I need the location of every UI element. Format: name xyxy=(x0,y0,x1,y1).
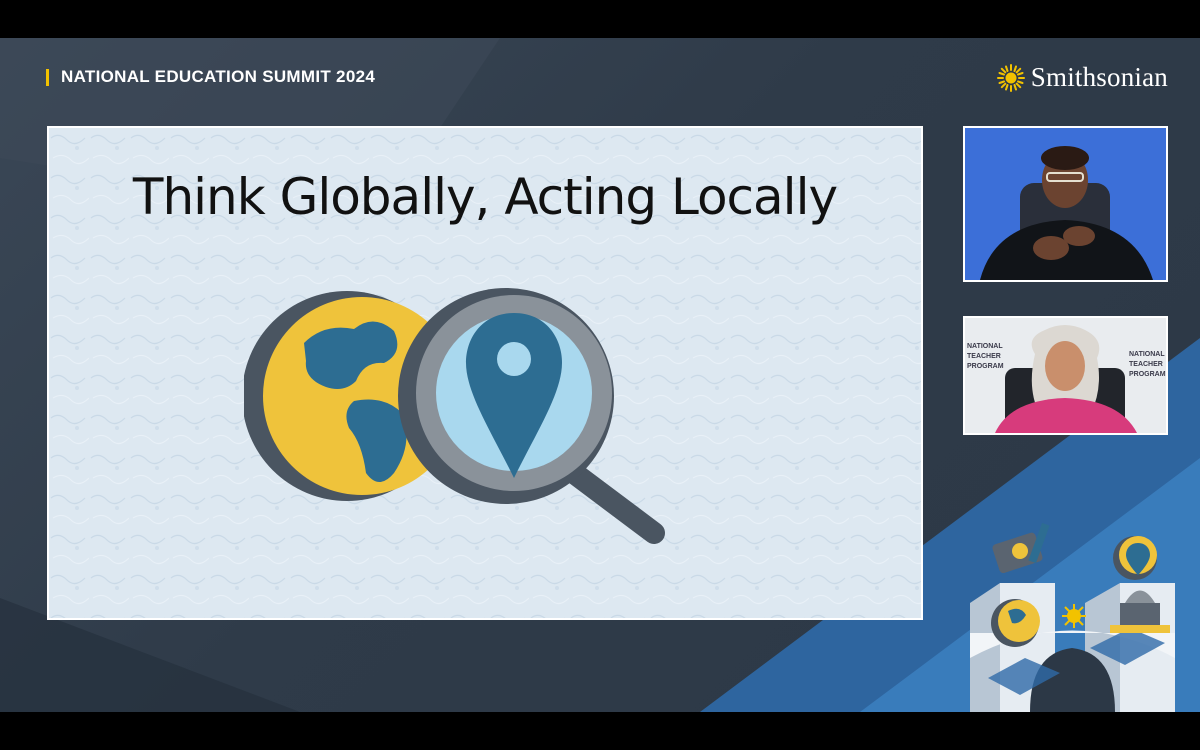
summit-stage: NATIONAL EDUCATION SUMMIT 2024 Smithsoni… xyxy=(0,38,1200,712)
smithsonian-logo: Smithsonian xyxy=(996,62,1168,93)
header-accent-bar xyxy=(46,68,49,86)
interpreter-video xyxy=(963,126,1168,282)
slide-title: Think Globally, Acting Locally xyxy=(132,168,838,226)
brand-name: Smithsonian xyxy=(1030,62,1168,92)
svg-text:TEACHER: TEACHER xyxy=(1129,361,1163,368)
sun-icon xyxy=(996,63,1025,92)
sun-icon xyxy=(1062,604,1086,628)
tools-icon xyxy=(992,522,1050,574)
speaker-video: NATIONAL TEACHER PROGRAM NATIONAL TEACHE… xyxy=(963,316,1168,435)
svg-text:NATIONAL: NATIONAL xyxy=(1129,351,1165,358)
event-title: NATIONAL EDUCATION SUMMIT 2024 xyxy=(61,67,376,86)
event-header: NATIONAL EDUCATION SUMMIT 2024 xyxy=(46,67,375,87)
museum-arch-illustration xyxy=(970,522,1175,712)
svg-text:PROGRAM: PROGRAM xyxy=(967,363,1004,370)
slide-illustration xyxy=(244,288,665,544)
presentation-slide: Think Globally, Acting Locally xyxy=(47,126,923,620)
map-pin-icon xyxy=(1113,536,1157,580)
svg-text:NATIONAL: NATIONAL xyxy=(967,343,1003,350)
person-icon: NATIONAL TEACHER PROGRAM NATIONAL TEACHE… xyxy=(965,318,1166,433)
person-icon xyxy=(965,128,1166,280)
svg-text:TEACHER: TEACHER xyxy=(967,353,1001,360)
svg-text:PROGRAM: PROGRAM xyxy=(1129,371,1166,378)
